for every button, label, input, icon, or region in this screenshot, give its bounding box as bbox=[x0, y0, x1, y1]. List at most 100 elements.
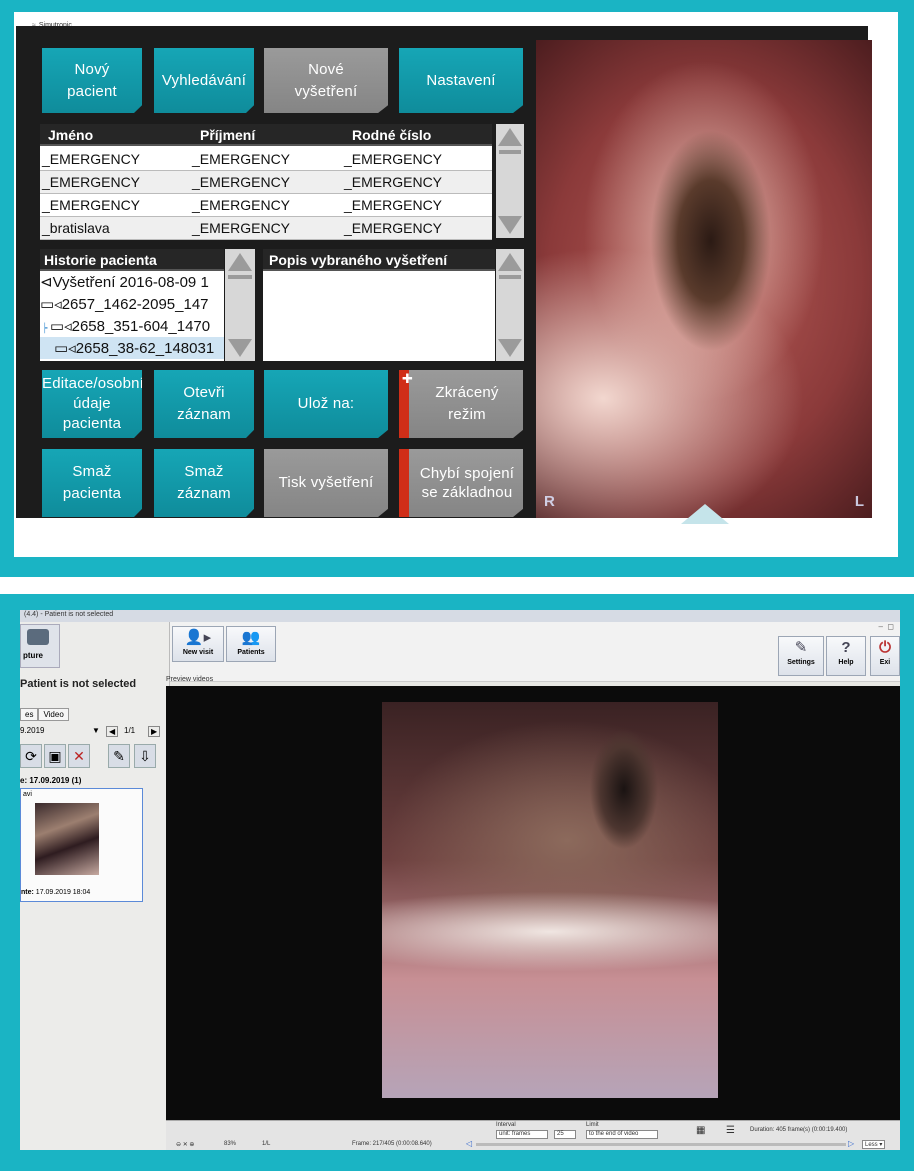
play-forward-icon[interactable]: ▷ bbox=[848, 1139, 854, 1148]
patient-history-panel: Historie pacienta ⊲Vyšetření 2016-08-09 … bbox=[40, 249, 224, 361]
scroll-down-arrow-icon[interactable] bbox=[498, 216, 522, 234]
delete-icon[interactable]: ✕ bbox=[68, 744, 90, 768]
settings-button[interactable]: Nastavení bbox=[399, 48, 523, 113]
timeline-slider[interactable] bbox=[476, 1143, 846, 1146]
exit-icon: ⏻ bbox=[879, 639, 891, 656]
table-row[interactable]: _EMERGENCY _EMERGENCY _EMERGENCY bbox=[40, 194, 492, 217]
interval-value-input[interactable]: 25 bbox=[554, 1130, 576, 1139]
export-icon[interactable]: ⇩ bbox=[134, 744, 156, 768]
scroll-up-arrow-icon[interactable] bbox=[498, 253, 522, 271]
tab-images[interactable]: es bbox=[20, 708, 39, 721]
save-icon[interactable]: ▣ bbox=[44, 744, 66, 768]
patients-icon: 👥 bbox=[241, 629, 261, 646]
table-header: Jméno Příjmení Rodné číslo bbox=[40, 124, 492, 146]
table-row[interactable]: _EMERGENCY _EMERGENCY _EMERGENCY bbox=[40, 171, 492, 194]
history-item-label: 2658_351-604_1470 bbox=[71, 318, 211, 335]
scroll-up-arrow-icon[interactable] bbox=[498, 128, 522, 146]
capture-button[interactable]: pture bbox=[20, 624, 60, 668]
patient-table: Jméno Příjmení Rodné číslo _EMERGENCY _E… bbox=[40, 124, 492, 240]
history-item[interactable]: ┝ ▭◃2658_351-604_1470 bbox=[40, 315, 224, 337]
limit-select[interactable]: to the end of video bbox=[586, 1130, 658, 1139]
thumbnail-date: nte: 17.09.2019 18:04 bbox=[21, 889, 90, 896]
history-item[interactable]: ▭◃2657_1462-2095_147 bbox=[40, 293, 224, 315]
list-icon[interactable]: ☰ bbox=[726, 1125, 735, 1136]
edit-patient-button[interactable]: Editace/osobní údaje pacienta bbox=[42, 370, 142, 438]
history-item[interactable]: ⊲Vyšetření 2016-08-09 1 bbox=[40, 271, 224, 293]
video-thumbnail[interactable] bbox=[35, 803, 99, 875]
open-record-button[interactable]: Otevři záznam bbox=[154, 370, 254, 438]
cell-surname: _EMERGENCY bbox=[192, 197, 291, 213]
edit-icon[interactable]: ✎ bbox=[108, 744, 130, 768]
cell-birth-number: _EMERGENCY bbox=[344, 220, 443, 236]
scroll-up-arrow-icon[interactable] bbox=[228, 253, 252, 271]
tab-video[interactable]: Video bbox=[38, 708, 69, 721]
settings-button[interactable]: ✎ Settings bbox=[778, 636, 824, 676]
scroll-down-arrow-icon[interactable] bbox=[228, 339, 252, 357]
video-icon: ▭◃ bbox=[54, 340, 76, 357]
history-scrollbar[interactable] bbox=[225, 249, 255, 361]
frame-readout: Frame: 217/405 (0:00:08.640) bbox=[352, 1141, 432, 1147]
playback-controls: Interval unit: frames 25 Limit to the en… bbox=[166, 1120, 900, 1150]
date-selector[interactable]: 9.2019 ▼ ◀ 1/1 ▶ bbox=[20, 726, 166, 740]
column-header-name[interactable]: Jméno bbox=[48, 127, 93, 143]
left-sidebar: pture Patient is not selected es Video 9.… bbox=[20, 622, 170, 1150]
delete-record-button[interactable]: Smaž záznam bbox=[154, 449, 254, 517]
dropdown-arrow-icon[interactable]: ▼ bbox=[92, 726, 100, 735]
new-visit-button[interactable]: 👤▸ New visit bbox=[172, 626, 224, 662]
thumbnail-date-value: 17.09.2019 18:04 bbox=[35, 889, 91, 896]
scroll-thumb[interactable] bbox=[228, 275, 252, 279]
search-button[interactable]: Vyhledávání bbox=[154, 48, 254, 113]
description-scrollbar[interactable] bbox=[496, 249, 524, 361]
limit-label: Limit bbox=[586, 1122, 599, 1128]
video-frame[interactable] bbox=[382, 702, 718, 1098]
open-icon[interactable]: ⟳ bbox=[20, 744, 42, 768]
history-item-label: Vyšetření 2016-08-09 1 bbox=[52, 274, 209, 291]
window-title: (4.4) - Patient is not selected bbox=[20, 610, 900, 622]
new-exam-button[interactable]: Nové vyšetření bbox=[264, 48, 388, 113]
column-header-birth-number[interactable]: Rodné číslo bbox=[352, 127, 431, 143]
play-back-icon[interactable]: ◁ bbox=[466, 1139, 472, 1148]
zoom-level: 83% bbox=[224, 1141, 237, 1147]
less-button[interactable]: Less ▾ bbox=[862, 1140, 886, 1149]
prev-page-icon[interactable]: ◀ bbox=[106, 726, 119, 737]
help-button[interactable]: ? Help bbox=[826, 636, 866, 676]
short-mode-button[interactable]: ✚ Zkrácený režim bbox=[399, 370, 523, 438]
patient-status: Patient is not selected bbox=[20, 678, 137, 690]
table-scrollbar[interactable] bbox=[496, 124, 524, 238]
status-indicator-bar bbox=[399, 449, 409, 517]
table-row[interactable]: _EMERGENCY _EMERGENCY _EMERGENCY bbox=[40, 148, 492, 171]
collapse-icon[interactable]: ⊲ bbox=[40, 274, 53, 291]
video-label-right-side: R bbox=[544, 493, 555, 510]
panel-recording-software: (4.4) - Patient is not selected pture Pa… bbox=[0, 594, 914, 1171]
column-header-surname[interactable]: Příjmení bbox=[200, 127, 255, 143]
new-patient-button[interactable]: Nový pacient bbox=[42, 48, 142, 113]
window-controls[interactable]: – ◻ bbox=[878, 622, 894, 631]
next-page-icon[interactable]: ▶ bbox=[148, 726, 161, 737]
expand-arrow-icon[interactable] bbox=[681, 504, 729, 524]
scroll-thumb[interactable] bbox=[499, 150, 521, 154]
scroll-down-arrow-icon[interactable] bbox=[498, 339, 522, 357]
patients-button[interactable]: 👥 Patients bbox=[226, 626, 276, 662]
cell-name: _EMERGENCY bbox=[42, 174, 141, 190]
frames-icon[interactable]: ▦ bbox=[696, 1125, 705, 1136]
delete-patient-button[interactable]: Smaž pacienta bbox=[42, 449, 142, 517]
interval-unit-select[interactable]: unit: frames bbox=[496, 1130, 548, 1139]
thumbnail-date-label: nte: bbox=[21, 889, 34, 896]
camera-icon bbox=[27, 629, 49, 645]
print-exam-button[interactable]: Tisk vyšetření bbox=[264, 449, 388, 517]
panel-simutronic: ≈Simutronic Nový pacient Vyhledávání Nov… bbox=[0, 0, 914, 577]
connection-status-button[interactable]: Chybí spojení se základnou bbox=[399, 449, 523, 517]
scroll-thumb[interactable] bbox=[499, 275, 521, 279]
ratio-control[interactable]: 1/L bbox=[262, 1141, 270, 1147]
history-item-selected[interactable]: ▭◃2658_38-62_148031 bbox=[40, 337, 224, 359]
video-icon: ▭◃ bbox=[49, 318, 72, 335]
save-to-button[interactable]: Ulož na: bbox=[264, 370, 388, 438]
table-row[interactable]: _bratislava _EMERGENCY _EMERGENCY bbox=[40, 217, 492, 240]
exit-button[interactable]: ⏻ Exi bbox=[870, 636, 900, 676]
settings-label: Settings bbox=[787, 659, 815, 666]
new-visit-icon: 👤▸ bbox=[184, 629, 212, 646]
endoscopy-video-view[interactable]: R L bbox=[536, 40, 872, 518]
video-thumbnail-card[interactable]: avi nte: 17.09.2019 18:04 bbox=[20, 788, 143, 902]
zoom-controls[interactable]: ⊖ ✕ ⊕ bbox=[176, 1141, 194, 1148]
settings-icon: ✎ bbox=[794, 639, 808, 656]
